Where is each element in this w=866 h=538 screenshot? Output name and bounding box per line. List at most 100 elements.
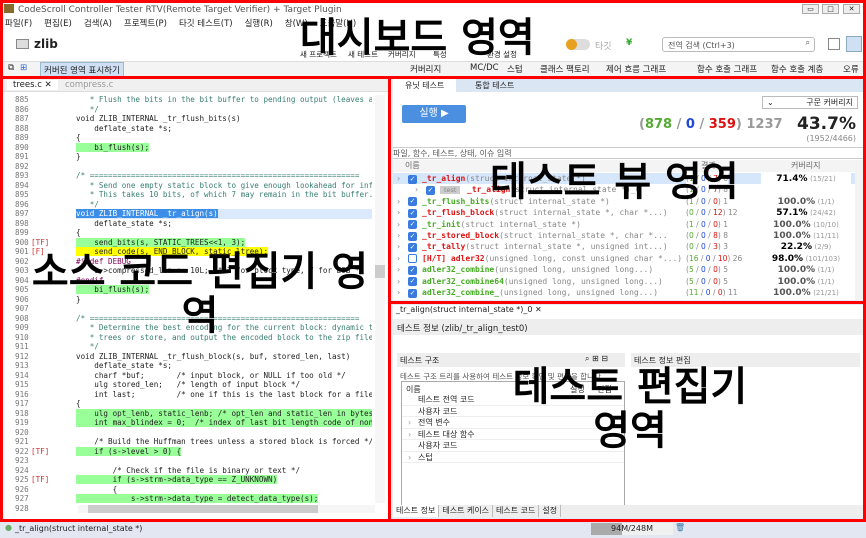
tree-item[interactable]: › 테스트 대상 함수: [402, 429, 624, 440]
code-line[interactable]: 905 bi_flush(s);: [3, 285, 375, 295]
code-line[interactable]: 906}: [3, 295, 375, 305]
checkbox[interactable]: [408, 254, 417, 264]
code-line[interactable]: 896 */: [3, 200, 375, 210]
global-search-input[interactable]: 전역 검색 (Ctrl+3) ⌕: [662, 37, 815, 52]
call-graph-tool[interactable]: 함수 호출 그래프: [697, 63, 757, 75]
code-line[interactable]: 907: [3, 304, 375, 314]
tab-unit-test[interactable]: 유닛 테스트: [393, 79, 457, 92]
code-line[interactable]: 924 /* Check if the file is binary or te…: [3, 466, 375, 476]
column-result[interactable]: 결과: [701, 160, 716, 171]
code-line[interactable]: 917 {: [3, 399, 375, 409]
menu-help[interactable]: 도움말(H): [320, 17, 356, 30]
checkbox[interactable]: ✓: [408, 242, 417, 252]
search-icon[interactable]: ⌕ ⊞ ⊟: [585, 354, 608, 364]
coverage-type-select[interactable]: ⌄ 구문 커버리지: [762, 96, 858, 109]
code-line[interactable]: 895 * This takes 10 bits, of which 7 may…: [3, 190, 375, 200]
show-covered-button[interactable]: 커버된 영역 표시하기: [40, 62, 124, 78]
expand-chevron-icon[interactable]: ›: [397, 276, 400, 287]
tree-item[interactable]: › 전역 변수: [402, 417, 624, 429]
test-tree[interactable]: › ✓ _tr_align(struct internal_state *) (1 /…: [393, 173, 855, 299]
code-line[interactable]: 903 s->compressed_len += 10L; /* 3 for b…: [3, 266, 375, 276]
code-line[interactable]: 886 */: [3, 105, 375, 115]
code-line[interactable]: 888 deflate_state *s;: [3, 124, 375, 134]
expand-chevron-icon[interactable]: ›: [397, 219, 400, 230]
expand-chevron-icon[interactable]: ›: [397, 241, 400, 252]
code-line[interactable]: 911 */: [3, 342, 375, 352]
mcdc-tool[interactable]: MC/DC: [470, 63, 499, 73]
test-tree-row[interactable]: › ✓ _tr_stored_block(struct internal_state…: [393, 230, 855, 243]
column-name[interactable]: 이름: [405, 160, 420, 171]
test-structure-tree[interactable]: 이름 설정 편집 테스트 전역 코드 사용자 코드 › 전역 변수 › 테스트 대상 함수…: [401, 381, 625, 515]
perspective-icon[interactable]: [846, 36, 862, 52]
menu-run[interactable]: 실행(R): [245, 17, 273, 30]
tree-item[interactable]: 사용자 코드: [402, 440, 624, 452]
checkbox[interactable]: ✓: [426, 185, 435, 195]
checkbox[interactable]: ✓: [408, 197, 417, 207]
expand-chevron-icon[interactable]: ›: [408, 429, 411, 440]
code-line[interactable]: 918 ulg opt_lenb, static_lenb; /* opt_le…: [3, 408, 375, 419]
tab-test-case[interactable]: 테스트 케이스: [439, 505, 494, 517]
expand-chevron-icon[interactable]: ›: [397, 230, 400, 241]
checkbox[interactable]: ✓: [408, 265, 417, 275]
menu-window[interactable]: 창(W): [285, 17, 308, 30]
test-tree-row[interactable]: › ✓ _tr_tally(struct internal_state *, uns…: [393, 241, 855, 254]
code-line[interactable]: 920: [3, 428, 375, 438]
code-line[interactable]: 913 deflate_state *s;: [3, 361, 375, 371]
horizontal-scrollbar[interactable]: [78, 505, 375, 513]
expand-chevron-icon[interactable]: ›: [397, 173, 400, 184]
coverage-button[interactable]: 커버리지: [388, 49, 416, 60]
test-editor-tab[interactable]: _tr_align(struct internal_state *)_0 ✕: [396, 305, 542, 314]
tab-integration-test[interactable]: 통합 테스트: [475, 80, 514, 91]
code-line[interactable]: 919 int max_blindex = 0; /* index of las…: [3, 418, 375, 428]
call-hierarchy-tool[interactable]: 함수 호출 계층: [771, 63, 823, 75]
code-line[interactable]: 900 [TF] send_bits(s, STATIC_TREES<<1, 3)…: [3, 237, 375, 248]
code-line[interactable]: 914 charf *buf; /* input block, or NULL …: [3, 371, 375, 381]
target-toggle[interactable]: [566, 39, 590, 50]
expand-chevron-icon[interactable]: ›: [397, 253, 400, 264]
code-line[interactable]: 915 ulg stored_len; /* length of input b…: [3, 380, 375, 390]
checkbox[interactable]: ✓: [408, 231, 417, 241]
vertical-scrollbar[interactable]: [375, 95, 385, 503]
tab-trees-c[interactable]: trees.c ✕: [7, 80, 58, 90]
code-line[interactable]: 916 int last; /* one if this is the last…: [3, 390, 375, 400]
code-line[interactable]: 925 [TF] if (s->strm->data_type == Z_UNKN…: [3, 475, 375, 485]
close-button[interactable]: ✕: [843, 4, 860, 14]
tree-icon[interactable]: ⊞: [20, 63, 27, 73]
code-line[interactable]: 892: [3, 162, 375, 172]
code-line[interactable]: 889 {: [3, 133, 375, 143]
properties-button[interactable]: 특성: [433, 49, 447, 60]
restore-icon[interactable]: ⧉: [8, 63, 14, 73]
column-coverage[interactable]: 커버리지: [791, 160, 820, 171]
code-line[interactable]: 921 /* Build the Huffman trees unless a …: [3, 437, 375, 447]
expand-chevron-icon[interactable]: ›: [397, 264, 400, 275]
expand-chevron-icon[interactable]: ›: [415, 184, 418, 195]
new-project-button[interactable]: 새 프로젝트: [300, 49, 337, 60]
test-tree-row[interactable]: › ✓ _tr_flush_bits(struct internal_state *…: [393, 195, 855, 209]
run-button[interactable]: 실행 ▶: [402, 105, 466, 123]
code-line[interactable]: 893 /* ==================================…: [3, 171, 375, 181]
test-tree-row[interactable]: › ✓ test _tr_align(struct internal_state *)…: [393, 184, 855, 196]
expand-chevron-icon[interactable]: ›: [397, 196, 400, 207]
garbage-collect-icon[interactable]: 🗑: [675, 523, 685, 532]
code-line[interactable]: 899 {: [3, 228, 375, 238]
test-tree-scrollbar[interactable]: [855, 160, 863, 300]
minimize-button[interactable]: ▭: [802, 4, 819, 14]
tree-item[interactable]: 테스트 전역 코드: [402, 394, 624, 406]
test-tree-row[interactable]: › ✓ _tr_flush_block(struct internal_state …: [393, 207, 855, 220]
code-line[interactable]: 885 * Flush the bits in the bit buffer t…: [3, 95, 375, 105]
code-line[interactable]: 912 void ZLIB_INTERNAL _tr_flush_block(s,…: [3, 352, 375, 362]
menu-file[interactable]: 파일(F): [5, 17, 32, 30]
code-line[interactable]: 926 {: [3, 485, 375, 495]
tab-test-info[interactable]: 테스트 정보: [393, 505, 440, 517]
code-line[interactable]: 927 s->strm->data_type = detect_data_typ…: [3, 494, 375, 504]
code-line[interactable]: 902 #ifdef DEBUG: [3, 257, 375, 267]
error-tool[interactable]: 오류: [843, 63, 859, 75]
code-line[interactable]: 910 * trees or store, and output the enc…: [3, 333, 375, 343]
test-tree-row[interactable]: › [H/T] adler32(unsigned long, const unsi…: [393, 252, 855, 266]
tree-item[interactable]: 사용자 코드: [402, 406, 624, 417]
menu-edit[interactable]: 편집(E): [44, 17, 72, 30]
tab-compress-c[interactable]: compress.c: [65, 80, 113, 90]
code-line[interactable]: 909 * Determine the best encoding for th…: [3, 323, 375, 333]
menu-search[interactable]: 검색(A): [84, 17, 112, 30]
test-tree-row[interactable]: › ✓ _tr_init(struct internal_state *) (1 / …: [393, 218, 855, 231]
